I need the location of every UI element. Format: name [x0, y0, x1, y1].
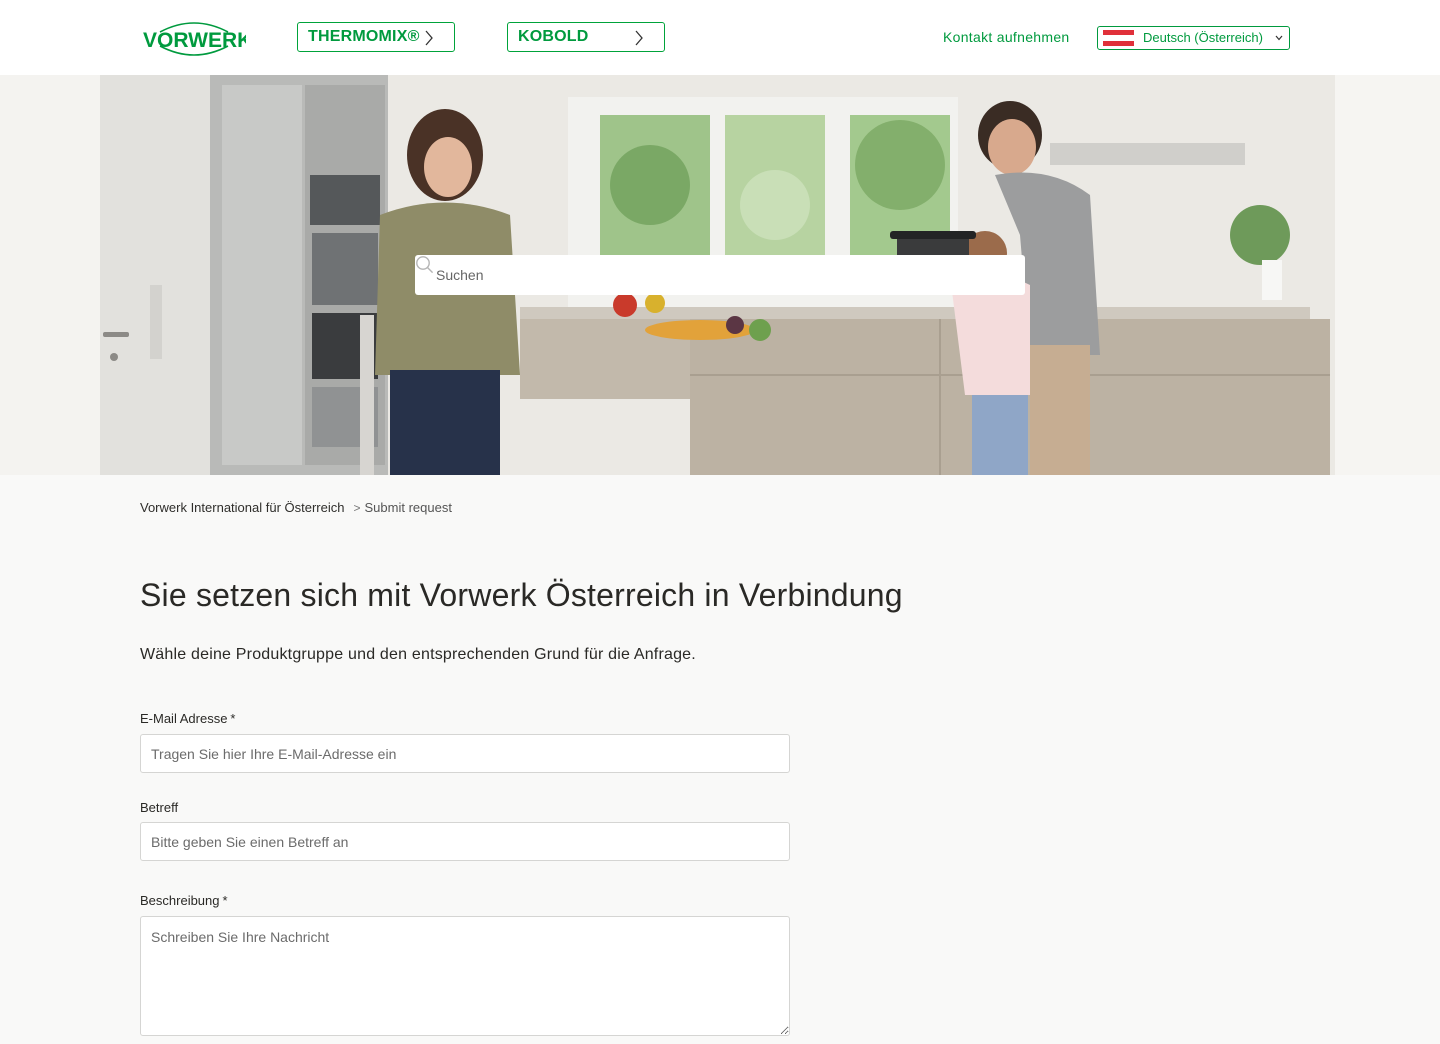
contact-link[interactable]: Kontakt aufnehmen: [943, 29, 1070, 45]
email-label-text: E-Mail Adresse: [140, 711, 228, 726]
subject-label-text: Betreff: [140, 800, 179, 815]
thermomix-button[interactable]: THERMOMIX®: [297, 22, 455, 52]
vorwerk-logo[interactable]: VORWERK: [142, 20, 246, 60]
email-label: E-Mail Adresse *: [140, 711, 235, 726]
logo-text: VORWERK: [143, 29, 246, 52]
subject-field[interactable]: [140, 822, 790, 861]
search-input[interactable]: [415, 255, 1025, 295]
chevron-down-icon: [1275, 35, 1283, 41]
search-icon[interactable]: [415, 255, 434, 274]
breadcrumb-current: Submit request: [364, 500, 452, 515]
language-select[interactable]: Deutsch (Österreich): [1097, 26, 1290, 50]
chevron-right-icon: [635, 30, 643, 46]
kobold-button[interactable]: KOBOLD: [507, 22, 665, 52]
page-title: Sie setzen sich mit Vorwerk Österreich i…: [140, 577, 903, 613]
breadcrumb: Vorwerk International für Österreich > S…: [140, 500, 452, 515]
required-mark: *: [230, 711, 236, 726]
kobold-label: KOBOLD: [518, 28, 589, 45]
breadcrumb-separator: >: [353, 500, 361, 515]
required-mark: *: [222, 893, 228, 908]
hero-banner: [0, 75, 1440, 475]
description-label: Beschreibung *: [140, 893, 228, 908]
thermomix-label: THERMOMIX®: [308, 28, 420, 45]
search-box: [415, 255, 1025, 295]
intro-text: Wähle deine Produktgruppe und den entspr…: [140, 646, 696, 663]
chevron-right-icon: [425, 30, 433, 46]
email-field[interactable]: [140, 734, 790, 773]
language-label: Deutsch (Österreich): [1143, 30, 1263, 45]
description-field[interactable]: [140, 916, 790, 1036]
site-header: VORWERK THERMOMIX® KOBOLD Kontakt aufneh…: [0, 0, 1440, 75]
description-label-text: Beschreibung: [140, 893, 220, 908]
vorwerk-logo-mark: VORWERK: [143, 22, 246, 56]
austria-flag-icon: [1103, 30, 1134, 46]
breadcrumb-home-link[interactable]: Vorwerk International für Österreich: [140, 500, 344, 515]
subject-label: Betreff: [140, 800, 178, 815]
